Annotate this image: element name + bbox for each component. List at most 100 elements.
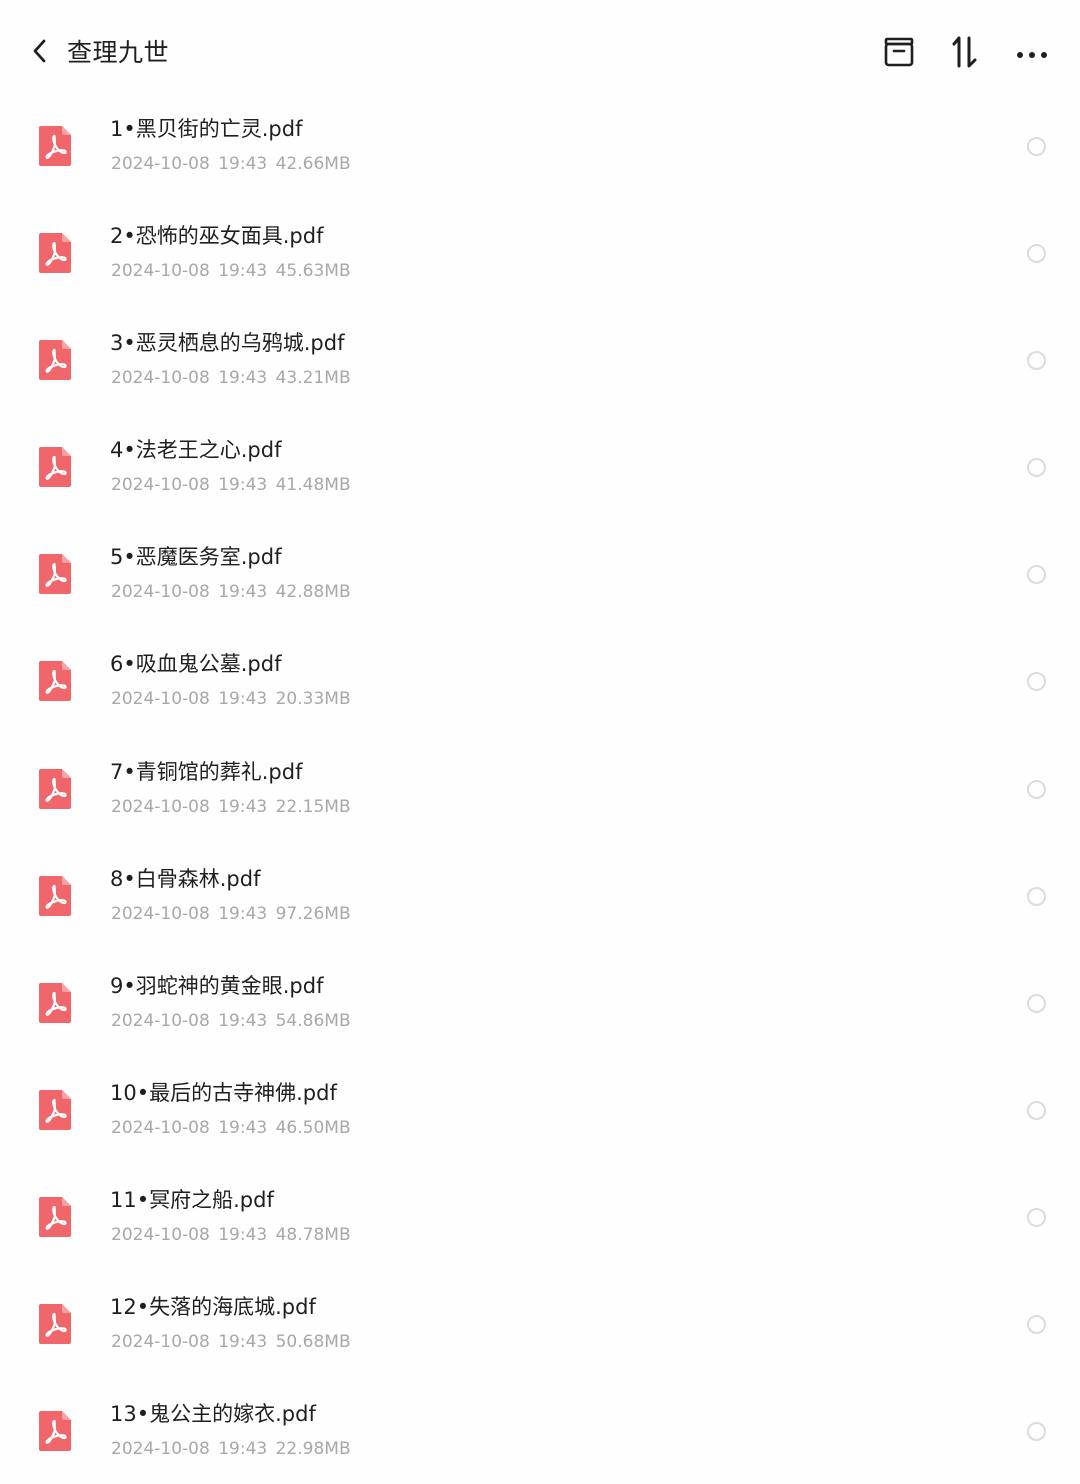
sort-button[interactable] [943,32,987,76]
file-date: 2024-10-08 [111,1439,210,1460]
file-size: 20.33MB [275,689,351,710]
file-list-item[interactable]: 11•冥府之船.pdf 2024-10-08 19:43 48.78MB [0,1163,1080,1270]
file-meta: 2024-10-08 19:43 45.63MB [111,259,351,283]
file-size: 22.98MB [275,1439,351,1460]
file-name: 9•羽蛇神的黄金眼.pdf [110,973,324,998]
pdf-file-icon [37,1302,73,1346]
file-time: 19:43 [218,261,268,282]
file-time: 19:43 [218,368,268,389]
pdf-file-icon [37,231,73,275]
file-time: 19:43 [218,1439,268,1460]
file-meta: 2024-10-08 19:43 54.86MB [111,1009,351,1033]
page-title: 查理九世 [67,38,170,67]
file-size: 42.66MB [275,154,351,174]
file-size: 97.26MB [275,903,351,924]
select-radio[interactable] [1027,244,1046,264]
file-date: 2024-10-08 [111,1332,210,1353]
select-radio[interactable] [1027,993,1046,1013]
file-time: 19:43 [218,475,268,496]
file-meta: 2024-10-08 19:43 41.48MB [111,473,351,497]
file-name: 1•黑贝街的亡灵.pdf [110,117,303,141]
file-name: 12•失落的海底城.pdf [110,1295,316,1320]
pdf-file-icon [37,552,73,596]
file-meta: 2024-10-08 19:43 22.15MB [111,795,351,819]
file-time: 19:43 [218,1010,268,1031]
select-radio[interactable] [1027,886,1046,906]
file-list-item[interactable]: 3•恶灵栖息的乌鸦城.pdf 2024-10-08 19:43 43.21MB [0,306,1080,413]
archive-icon [883,36,915,72]
select-radio[interactable] [1027,1100,1046,1120]
file-size: 45.63MB [275,261,351,282]
file-time: 19:43 [218,154,268,174]
pdf-file-icon [37,1195,73,1239]
file-meta: 2024-10-08 19:43 97.26MB [111,902,351,926]
file-list-item[interactable]: 4•法老王之心.pdf 2024-10-08 19:43 41.48MB [0,413,1080,520]
file-time: 19:43 [218,582,268,603]
pdf-file-icon [37,767,73,811]
file-meta: 2024-10-08 19:43 42.88MB [111,580,351,604]
pdf-file-icon [37,445,73,489]
file-list-item[interactable]: 1•黑贝街的亡灵.pdf 2024-10-08 19:43 42.66MB [0,92,1080,199]
file-size: 42.88MB [275,582,351,603]
file-list-item[interactable]: 10•最后的古寺神佛.pdf 2024-10-08 19:43 46.50MB [0,1056,1080,1163]
pdf-file-icon [37,1088,73,1132]
file-name: 3•恶灵栖息的乌鸦城.pdf [110,331,345,356]
file-name: 8•白骨森林.pdf [110,866,261,891]
select-radio[interactable] [1027,137,1046,156]
file-time: 19:43 [218,796,268,817]
pdf-file-icon [37,124,73,168]
archive-button[interactable] [877,32,921,76]
pdf-file-icon [37,659,73,703]
file-list-item[interactable]: 13•鬼公主的嫁衣.pdf 2024-10-08 19:43 22.98MB [0,1377,1080,1484]
select-radio[interactable] [1027,458,1046,478]
file-meta: 2024-10-08 19:43 50.68MB [111,1330,351,1354]
select-radio[interactable] [1027,565,1046,585]
file-time: 19:43 [218,1224,268,1245]
file-date: 2024-10-08 [111,1224,210,1245]
pdf-file-icon [37,338,73,382]
file-name: 5•恶魔医务室.pdf [110,545,282,570]
file-meta: 2024-10-08 19:43 42.66MB [111,152,351,176]
file-time: 19:43 [218,1332,268,1353]
sort-icon [949,35,981,73]
file-meta: 2024-10-08 19:43 22.98MB [111,1437,351,1461]
select-radio[interactable] [1027,1207,1046,1227]
file-name: 7•青铜馆的葬礼.pdf [110,759,303,784]
file-list-item[interactable]: 8•白骨森林.pdf 2024-10-08 19:43 97.26MB [0,842,1080,949]
file-date: 2024-10-08 [111,368,210,389]
pdf-file-icon [37,981,73,1025]
file-list-item[interactable]: 5•恶魔医务室.pdf 2024-10-08 19:43 42.88MB [0,520,1080,627]
file-date: 2024-10-08 [111,1010,210,1031]
select-radio[interactable] [1027,1315,1046,1335]
file-list-item[interactable]: 7•青铜馆的葬礼.pdf 2024-10-08 19:43 22.15MB [0,735,1080,842]
file-name: 13•鬼公主的嫁衣.pdf [110,1402,316,1427]
file-size: 46.50MB [275,1117,351,1138]
file-date: 2024-10-08 [111,582,210,603]
select-radio[interactable] [1027,1422,1046,1442]
file-size: 43.21MB [275,368,351,389]
select-radio[interactable] [1027,779,1046,799]
file-list-item[interactable]: 2•恐怖的巫女面具.pdf 2024-10-08 19:43 45.63MB [0,199,1080,306]
file-date: 2024-10-08 [111,689,210,710]
file-date: 2024-10-08 [111,154,210,174]
file-meta: 2024-10-08 19:43 20.33MB [111,687,351,711]
file-date: 2024-10-08 [111,903,210,924]
more-button[interactable] [1010,32,1054,76]
file-list: 1•黑贝街的亡灵.pdf 2024-10-08 19:43 42.66MB 2•… [0,92,1080,1484]
file-list-item[interactable]: 12•失落的海底城.pdf 2024-10-08 19:43 50.68MB [0,1270,1080,1377]
file-date: 2024-10-08 [111,261,210,282]
file-list-item[interactable]: 6•吸血鬼公墓.pdf 2024-10-08 19:43 20.33MB [0,627,1080,734]
file-meta: 2024-10-08 19:43 46.50MB [111,1116,351,1140]
select-radio[interactable] [1027,351,1046,371]
file-date: 2024-10-08 [111,475,210,496]
file-size: 50.68MB [275,1332,351,1353]
file-list-item[interactable]: 9•羽蛇神的黄金眼.pdf 2024-10-08 19:43 54.86MB [0,949,1080,1056]
file-size: 41.48MB [275,475,351,496]
file-size: 22.15MB [275,796,351,817]
back-button[interactable] [22,34,58,72]
chevron-left-icon [30,38,50,68]
file-time: 19:43 [218,903,268,924]
file-name: 11•冥府之船.pdf [110,1187,274,1212]
select-radio[interactable] [1027,672,1046,692]
file-time: 19:43 [218,689,268,710]
